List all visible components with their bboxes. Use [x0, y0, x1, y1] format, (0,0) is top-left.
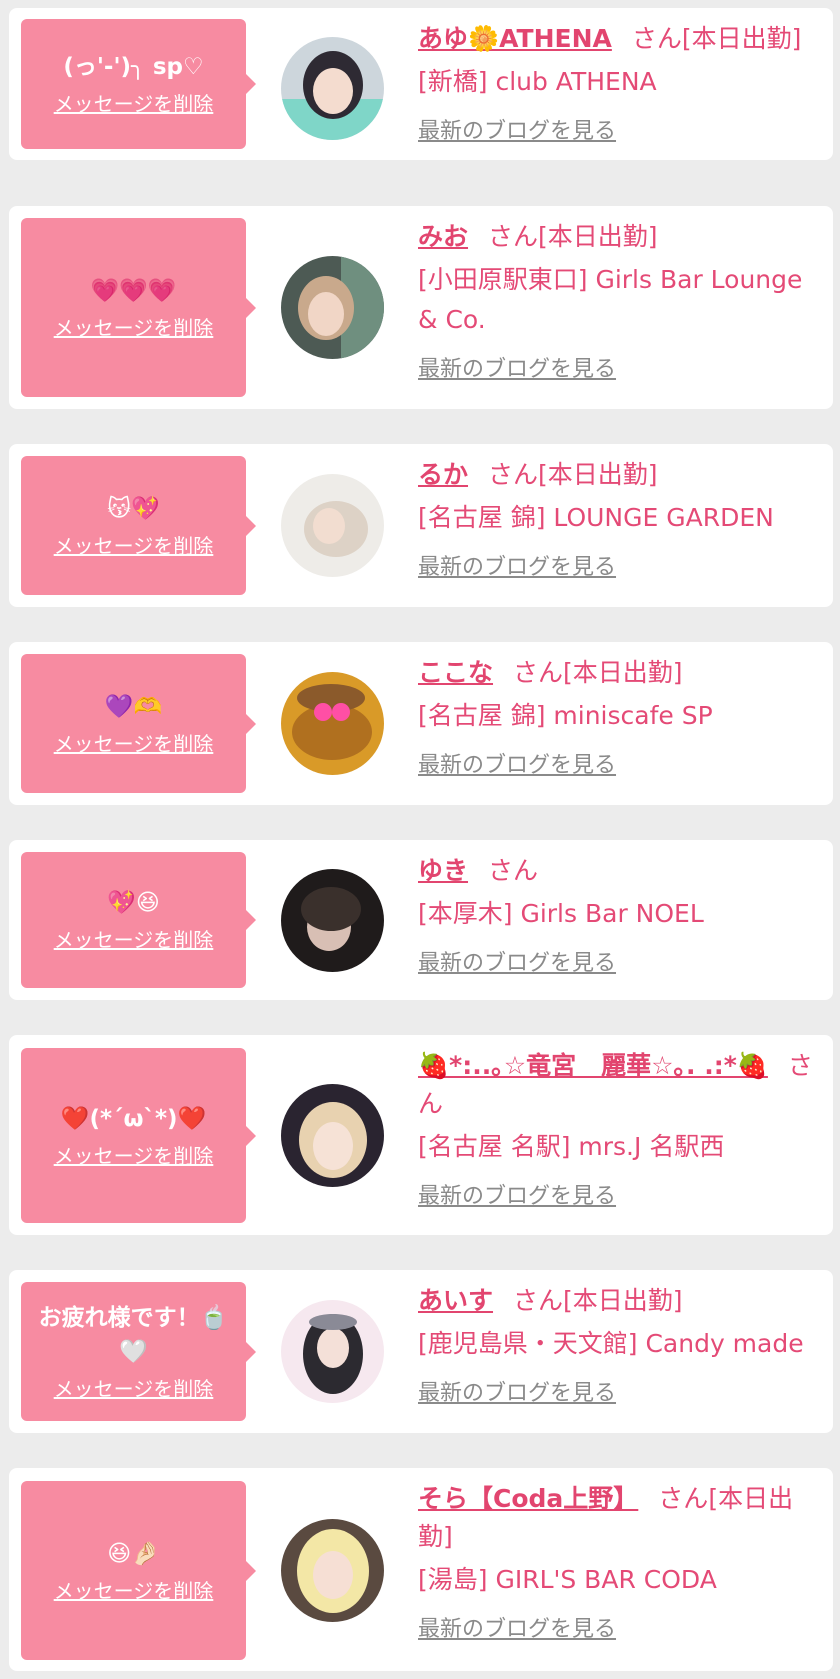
- status-badge: [本日出勤]: [681, 24, 802, 53]
- message-list: (っ'-')╮ sp♡ メッセージを削除 あゆ🌼ATHENA さん[本日出勤] […: [0, 0, 840, 1679]
- delete-message-link[interactable]: メッセージを削除: [54, 1375, 214, 1403]
- message-card: 💗💗💗 メッセージを削除 みお さん[本日出勤] [小田原駅東口] Girls B…: [9, 206, 833, 409]
- message-text: 💗💗💗: [90, 277, 177, 304]
- avatar[interactable]: [281, 1519, 384, 1622]
- avatar[interactable]: [281, 474, 384, 577]
- message-bubble: ❤️(*´ω`*)❤️ メッセージを削除: [21, 1048, 256, 1223]
- honorific: さん: [488, 460, 539, 489]
- blog-link[interactable]: 最新のブログを見る: [418, 552, 616, 584]
- message-text: 😆🤌🏻: [107, 1540, 160, 1567]
- blog-link[interactable]: 最新のブログを見る: [418, 116, 616, 148]
- store-name: [湯島] GIRL'S BAR CODA: [418, 1565, 717, 1594]
- entry-info: みお さん[本日出勤] [小田原駅東口] Girls Bar Lounge & C…: [418, 218, 826, 386]
- blog-link[interactable]: 最新のブログを見る: [418, 1614, 616, 1646]
- avatar[interactable]: [281, 1084, 384, 1187]
- avatar[interactable]: [281, 37, 384, 140]
- honorific: さん: [631, 24, 682, 53]
- entry-info: あいす さん[本日出勤] [鹿児島県・天文館] Candy made 最新のブログ…: [418, 1282, 826, 1410]
- delete-message-link[interactable]: メッセージを削除: [54, 532, 214, 560]
- cast-name-link[interactable]: あゆ🌼ATHENA: [418, 24, 612, 53]
- delete-message-link[interactable]: メッセージを削除: [54, 90, 214, 118]
- store-name: [小田原駅東口] Girls Bar Lounge & Co.: [418, 265, 803, 334]
- message-bubble: 💜🫶 メッセージを削除: [21, 654, 256, 793]
- message-card: ❤️(*´ω`*)❤️ メッセージを削除 🍓*:..｡☆竜宮 麗華☆｡. .:*…: [9, 1035, 833, 1235]
- cast-name-link[interactable]: あいす: [418, 1286, 493, 1315]
- cast-name-link[interactable]: ここな: [418, 658, 493, 687]
- message-text: 💜🫶: [104, 693, 163, 720]
- status-badge: [本日出勤]: [563, 1286, 683, 1315]
- message-bubble: 😆🤌🏻 メッセージを削除: [21, 1481, 256, 1660]
- store-name: [鹿児島県・天文館] Candy made: [418, 1329, 804, 1358]
- message-bubble: 😽💖 メッセージを削除: [21, 456, 256, 595]
- cast-name-link[interactable]: るか: [418, 460, 468, 489]
- message-card: (っ'-')╮ sp♡ メッセージを削除 あゆ🌼ATHENA さん[本日出勤] […: [9, 8, 833, 160]
- entry-info: ここな さん[本日出勤] [名古屋 錦] miniscafe SP 最新のブログを…: [418, 654, 826, 782]
- blog-link[interactable]: 最新のブログを見る: [418, 1378, 616, 1410]
- entry-info: そら【Coda上野】 さん[本日出勤] [湯島] GIRL'S BAR CODA …: [418, 1480, 826, 1646]
- honorific: さん: [488, 856, 539, 885]
- cast-name-link[interactable]: 🍓*:..｡☆竜宮 麗華☆｡. .:*🍓: [418, 1051, 768, 1080]
- message-bubble: お疲れ様です！🍵🤍 メッセージを削除: [21, 1282, 256, 1421]
- message-card: 😽💖 メッセージを削除 るか さん[本日出勤] [名古屋 錦] LOUNGE GA…: [9, 444, 833, 607]
- entry-info: るか さん[本日出勤] [名古屋 錦] LOUNGE GARDEN 最新のブログを…: [418, 456, 826, 584]
- store-name: [名古屋 錦] LOUNGE GARDEN: [418, 503, 774, 532]
- cast-name-link[interactable]: みお: [418, 222, 468, 251]
- delete-message-link[interactable]: メッセージを削除: [54, 1577, 214, 1605]
- entry-info: 🍓*:..｡☆竜宮 麗華☆｡. .:*🍓 さん [名古屋 名駅] mrs.J 名駅…: [418, 1047, 826, 1213]
- entry-info: あゆ🌼ATHENA さん[本日出勤] [新橋] club ATHENA 最新のブロ…: [418, 20, 826, 148]
- message-text: お疲れ様です！🍵🤍: [38, 1304, 229, 1365]
- honorific: さん: [513, 1286, 564, 1315]
- avatar[interactable]: [281, 869, 384, 972]
- message-card: 😆🤌🏻 メッセージを削除 そら【Coda上野】 さん[本日出勤] [湯島] GIR…: [9, 1468, 833, 1671]
- blog-link[interactable]: 最新のブログを見る: [418, 1181, 616, 1213]
- message-text: 😽💖: [107, 495, 160, 522]
- store-name: [名古屋 錦] miniscafe SP: [418, 701, 713, 730]
- cast-name-link[interactable]: そら【Coda上野】: [418, 1484, 638, 1513]
- message-bubble: 💗💗💗 メッセージを削除: [21, 218, 256, 397]
- message-bubble: (っ'-')╮ sp♡ メッセージを削除: [21, 19, 256, 149]
- delete-message-link[interactable]: メッセージを削除: [54, 926, 214, 954]
- avatar[interactable]: [281, 1300, 384, 1403]
- blog-link[interactable]: 最新のブログを見る: [418, 354, 616, 386]
- delete-message-link[interactable]: メッセージを削除: [54, 1142, 214, 1170]
- message-text: ❤️(*´ω`*)❤️: [60, 1105, 207, 1132]
- message-text: (っ'-')╮ sp♡: [63, 54, 204, 80]
- status-badge: [本日出勤]: [563, 658, 683, 687]
- message-text: 💖😆: [107, 890, 160, 916]
- store-name: [名古屋 名駅] mrs.J 名駅西: [418, 1132, 725, 1161]
- message-bubble: 💖😆 メッセージを削除: [21, 852, 256, 988]
- entry-info: ゆき さん [本厚木] Girls Bar NOEL 最新のブログを見る: [418, 852, 826, 980]
- cast-name-link[interactable]: ゆき: [418, 856, 468, 885]
- blog-link[interactable]: 最新のブログを見る: [418, 948, 616, 980]
- honorific: さん: [488, 222, 539, 251]
- honorific: さん: [658, 1484, 709, 1513]
- message-card: 💜🫶 メッセージを削除 ここな さん[本日出勤] [名古屋 錦] miniscaf…: [9, 642, 833, 805]
- blog-link[interactable]: 最新のブログを見る: [418, 750, 616, 782]
- status-badge: [本日出勤]: [538, 222, 658, 251]
- message-card: お疲れ様です！🍵🤍 メッセージを削除 あいす さん[本日出勤] [鹿児島県・天文館…: [9, 1270, 833, 1433]
- message-card: 💖😆 メッセージを削除 ゆき さん [本厚木] Girls Bar NOEL 最新…: [9, 840, 833, 1000]
- store-name: [本厚木] Girls Bar NOEL: [418, 899, 704, 928]
- delete-message-link[interactable]: メッセージを削除: [54, 730, 214, 758]
- store-name: [新橋] club ATHENA: [418, 67, 657, 96]
- status-badge: [本日出勤]: [538, 460, 658, 489]
- delete-message-link[interactable]: メッセージを削除: [54, 314, 214, 342]
- honorific: さん: [513, 658, 564, 687]
- avatar[interactable]: [281, 672, 384, 775]
- avatar[interactable]: [281, 256, 384, 359]
